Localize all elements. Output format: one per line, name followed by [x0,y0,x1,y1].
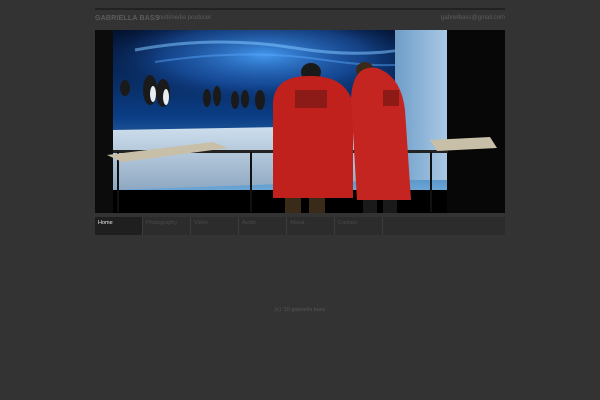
nav-item-photography[interactable]: Photography [143,217,191,235]
nav-item-home[interactable]: Home [95,217,143,235]
hero-photo-illustration [95,30,505,213]
hero-photo [95,30,505,213]
email-link[interactable]: gabrielbass@gmail.com [441,15,505,21]
main-nav: Home Photography Video Audio About Conta… [95,217,505,235]
site-name[interactable]: GABRIELLA BASS [95,15,160,22]
nav-filler [383,217,505,235]
person-left-figure [273,63,353,213]
site-header: GABRIELLA BASS multimedia producer gabri… [95,14,505,26]
nav-item-audio[interactable]: Audio [239,217,287,235]
nav-item-about[interactable]: About [287,217,335,235]
site-tagline: multimedia producer [157,15,212,21]
header-divider [95,8,505,10]
page: GABRIELLA BASS multimedia producer gabri… [0,0,600,400]
footer-copyright: (c) '10 gabriella bass [274,307,326,313]
nav-item-video[interactable]: Video [191,217,239,235]
nav-item-contact[interactable]: Contact [335,217,383,235]
